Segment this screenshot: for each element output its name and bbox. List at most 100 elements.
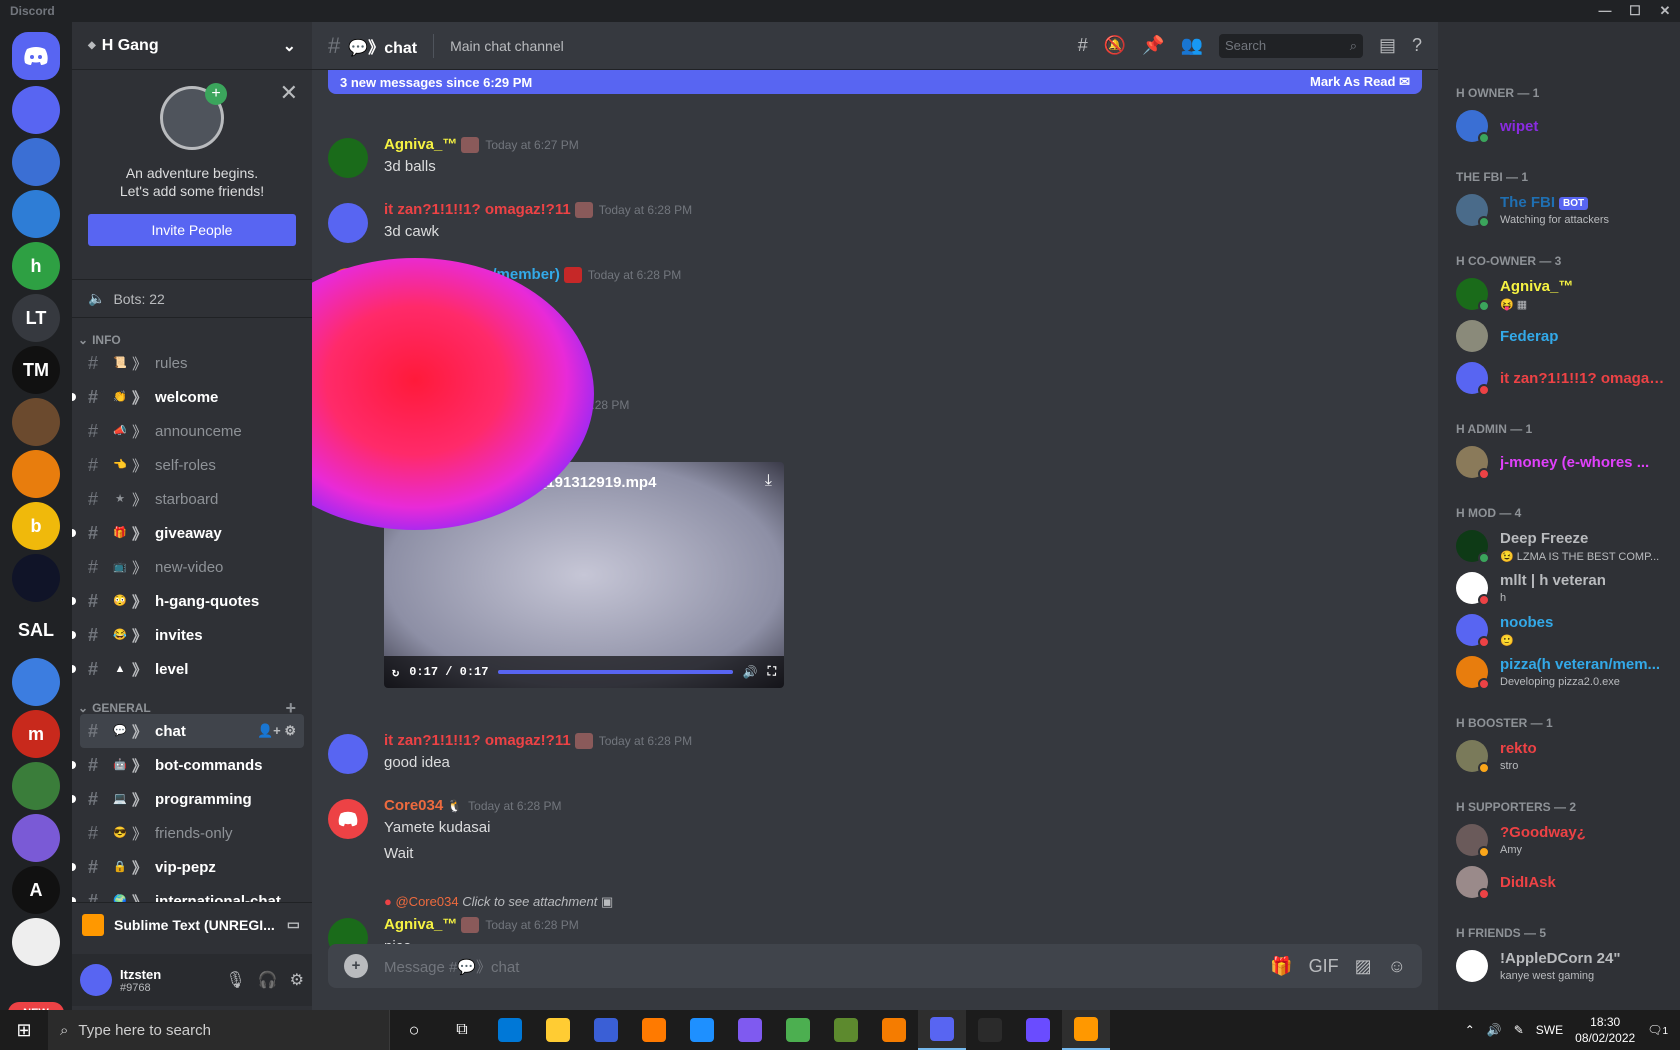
server-icon[interactable] — [12, 658, 60, 706]
close-icon[interactable]: ✕ — [280, 80, 298, 106]
taskbar-app-icon[interactable] — [1014, 1010, 1062, 1050]
member-item[interactable]: Deep Freeze 😉 LZMA IS THE BEST COMP... — [1456, 526, 1672, 568]
notification-bell-icon[interactable]: 🔕 — [1104, 35, 1126, 56]
member-item[interactable]: j-money (e-whores ... — [1456, 442, 1672, 484]
server-icon[interactable]: h — [12, 242, 60, 290]
channel-friends-only[interactable]: # 😎 》 friends-only — [80, 816, 304, 850]
new-messages-bar[interactable]: 3 new messages since 6:29 PM Mark As Rea… — [328, 70, 1422, 94]
server-icon[interactable] — [12, 86, 60, 134]
category-info[interactable]: ⌄ INFO — [72, 318, 312, 347]
channel-h-gang-quotes[interactable]: # 😳 》 h-gang-quotes — [72, 584, 304, 618]
server-icon[interactable]: b — [12, 502, 60, 550]
taskbar-app-icon[interactable] — [918, 1010, 966, 1050]
replay-icon[interactable]: ↻ — [392, 665, 399, 680]
fullscreen-icon[interactable]: ⛶ — [768, 665, 776, 679]
server-icon[interactable] — [12, 190, 60, 238]
pin-icon[interactable]: 📌 — [1142, 35, 1164, 56]
category-general[interactable]: ⌄ GENERAL + — [72, 686, 312, 718]
gear-icon[interactable]: ⚙ — [290, 970, 304, 990]
message-author[interactable]: it zan?1!1!!1? omagaz!?11 — [384, 732, 571, 749]
channel-level[interactable]: # ▲ 》 level — [72, 652, 304, 686]
language-indicator[interactable]: SWE — [1536, 1023, 1563, 1037]
taskbar-search-input[interactable]: ⌕ Type here to search — [48, 1010, 390, 1050]
server-icon[interactable]: LT — [12, 294, 60, 342]
taskbar-app-icon[interactable] — [1062, 1010, 1110, 1050]
member-item[interactable]: noobes 🙂 — [1456, 610, 1672, 652]
server-icon[interactable] — [12, 138, 60, 186]
activity-panel[interactable]: Sublime Text (UNREGI... ▭ — [72, 902, 312, 946]
member-item[interactable]: it zan?1!1!!1? omagaz!?11 — [1456, 358, 1672, 400]
member-item[interactable]: Agniva_™ 😝 ▦ — [1456, 274, 1672, 316]
user-info[interactable]: Itzsten #9768 — [120, 967, 161, 994]
mute-icon[interactable]: 🎙 — [225, 970, 245, 990]
message-author[interactable]: Agniva_™ — [384, 136, 457, 153]
channel-rules[interactable]: # 📜 》 rules — [80, 346, 304, 380]
channel-invites[interactable]: # 😂 》 invites — [72, 618, 304, 652]
server-icon[interactable]: SAL — [12, 606, 60, 654]
taskbar-app-icon[interactable] — [870, 1010, 918, 1050]
server-icon[interactable] — [12, 762, 60, 810]
gear-icon[interactable]: ⚙ — [284, 723, 296, 738]
taskbar-app-icon[interactable] — [774, 1010, 822, 1050]
taskbar-app-icon[interactable] — [726, 1010, 774, 1050]
taskbar-app-icon[interactable] — [582, 1010, 630, 1050]
pen-icon[interactable]: ✎ — [1514, 1023, 1524, 1037]
channel-self-roles[interactable]: # 👈 》 self-roles — [80, 448, 304, 482]
channel-welcome[interactable]: # 👏 》 welcome — [72, 380, 304, 414]
taskbar-app-icon[interactable] — [534, 1010, 582, 1050]
message-input[interactable]: Message #💬》chat — [384, 956, 519, 977]
channel-giveaway[interactable]: # 🎁 》 giveaway — [72, 516, 304, 550]
avatar[interactable] — [328, 138, 368, 178]
add-attachment-icon[interactable]: + — [344, 954, 368, 978]
taskbar-app-icon[interactable] — [966, 1010, 1014, 1050]
member-item[interactable]: Federap — [1456, 316, 1672, 358]
cortana-icon[interactable]: ○ — [390, 1010, 438, 1050]
screen-share-icon[interactable]: ▭ — [287, 916, 300, 933]
message-composer[interactable]: + Message #💬》chat 🎁 GIF ▨ ☺ — [328, 944, 1422, 988]
gift-icon[interactable]: 🎁 — [1270, 956, 1292, 977]
inbox-icon[interactable]: ▤ — [1379, 35, 1396, 56]
headphones-icon[interactable]: 🎧 — [258, 970, 278, 990]
taskbar-app-icon[interactable] — [630, 1010, 678, 1050]
clock[interactable]: 18:30 08/02/2022 — [1575, 1014, 1635, 1046]
avatar[interactable] — [328, 799, 368, 839]
bots-counter[interactable]: 🔈 Bots: 22 — [72, 280, 312, 318]
help-icon[interactable]: ? — [1412, 35, 1422, 56]
server-icon[interactable] — [12, 554, 60, 602]
channel-programming[interactable]: # 💻 》 programming — [72, 782, 304, 816]
server-icon[interactable]: TM — [12, 346, 60, 394]
mark-as-read-button[interactable]: Mark As Read ✉ — [1310, 74, 1410, 90]
channel-vip-pepz[interactable]: # 🔒 》 vip-pepz — [72, 850, 304, 884]
volume-icon[interactable]: 🔊 — [1487, 1023, 1502, 1037]
member-item[interactable]: ?Goodway¿ Amy — [1456, 820, 1672, 862]
member-item[interactable]: wipet — [1456, 106, 1672, 148]
server-icon[interactable] — [12, 814, 60, 862]
server-icon[interactable]: m — [12, 710, 60, 758]
member-item[interactable]: rekto stro — [1456, 736, 1672, 778]
server-icon[interactable] — [12, 918, 60, 966]
member-list-icon[interactable]: 👥 — [1181, 35, 1203, 56]
volume-icon[interactable]: 🔊 — [743, 665, 758, 680]
message-author[interactable]: it zan?1!1!!1? omagaz!?11 — [384, 201, 571, 218]
member-item[interactable]: The FBI BOT Watching for attackers — [1456, 190, 1672, 232]
member-item[interactable]: DidIAsk — [1456, 862, 1672, 904]
server-icon[interactable]: A — [12, 866, 60, 914]
channel-bot-commands[interactable]: # 🤖 》 bot-commands — [72, 748, 304, 782]
channel-starboard[interactable]: # ★ 》 starboard — [80, 482, 304, 516]
guild-header[interactable]: ◆ H Gang ⌄ — [72, 22, 312, 70]
channel-chat[interactable]: # 💬 》 chat 👤+ ⚙ — [80, 714, 304, 748]
avatar[interactable] — [328, 203, 368, 243]
member-item[interactable]: mllt | h veteran h — [1456, 568, 1672, 610]
server-icon[interactable] — [12, 450, 60, 498]
search-input[interactable]: Search ⌕ — [1218, 33, 1363, 58]
download-icon[interactable]: ⤓ — [765, 472, 772, 490]
taskbar-app-icon[interactable] — [486, 1010, 534, 1050]
invite-people-button[interactable]: Invite People — [88, 214, 296, 246]
gif-icon[interactable]: GIF — [1309, 956, 1339, 977]
message-author[interactable]: Core034 — [384, 797, 443, 814]
chevron-up-icon[interactable]: ⌃ — [1465, 1023, 1475, 1037]
discord-home-button[interactable] — [12, 32, 60, 80]
threads-icon[interactable]: # — [1078, 35, 1088, 56]
minimize-button[interactable]: — — [1590, 0, 1620, 22]
emoji-icon[interactable]: ☺ — [1388, 956, 1406, 977]
